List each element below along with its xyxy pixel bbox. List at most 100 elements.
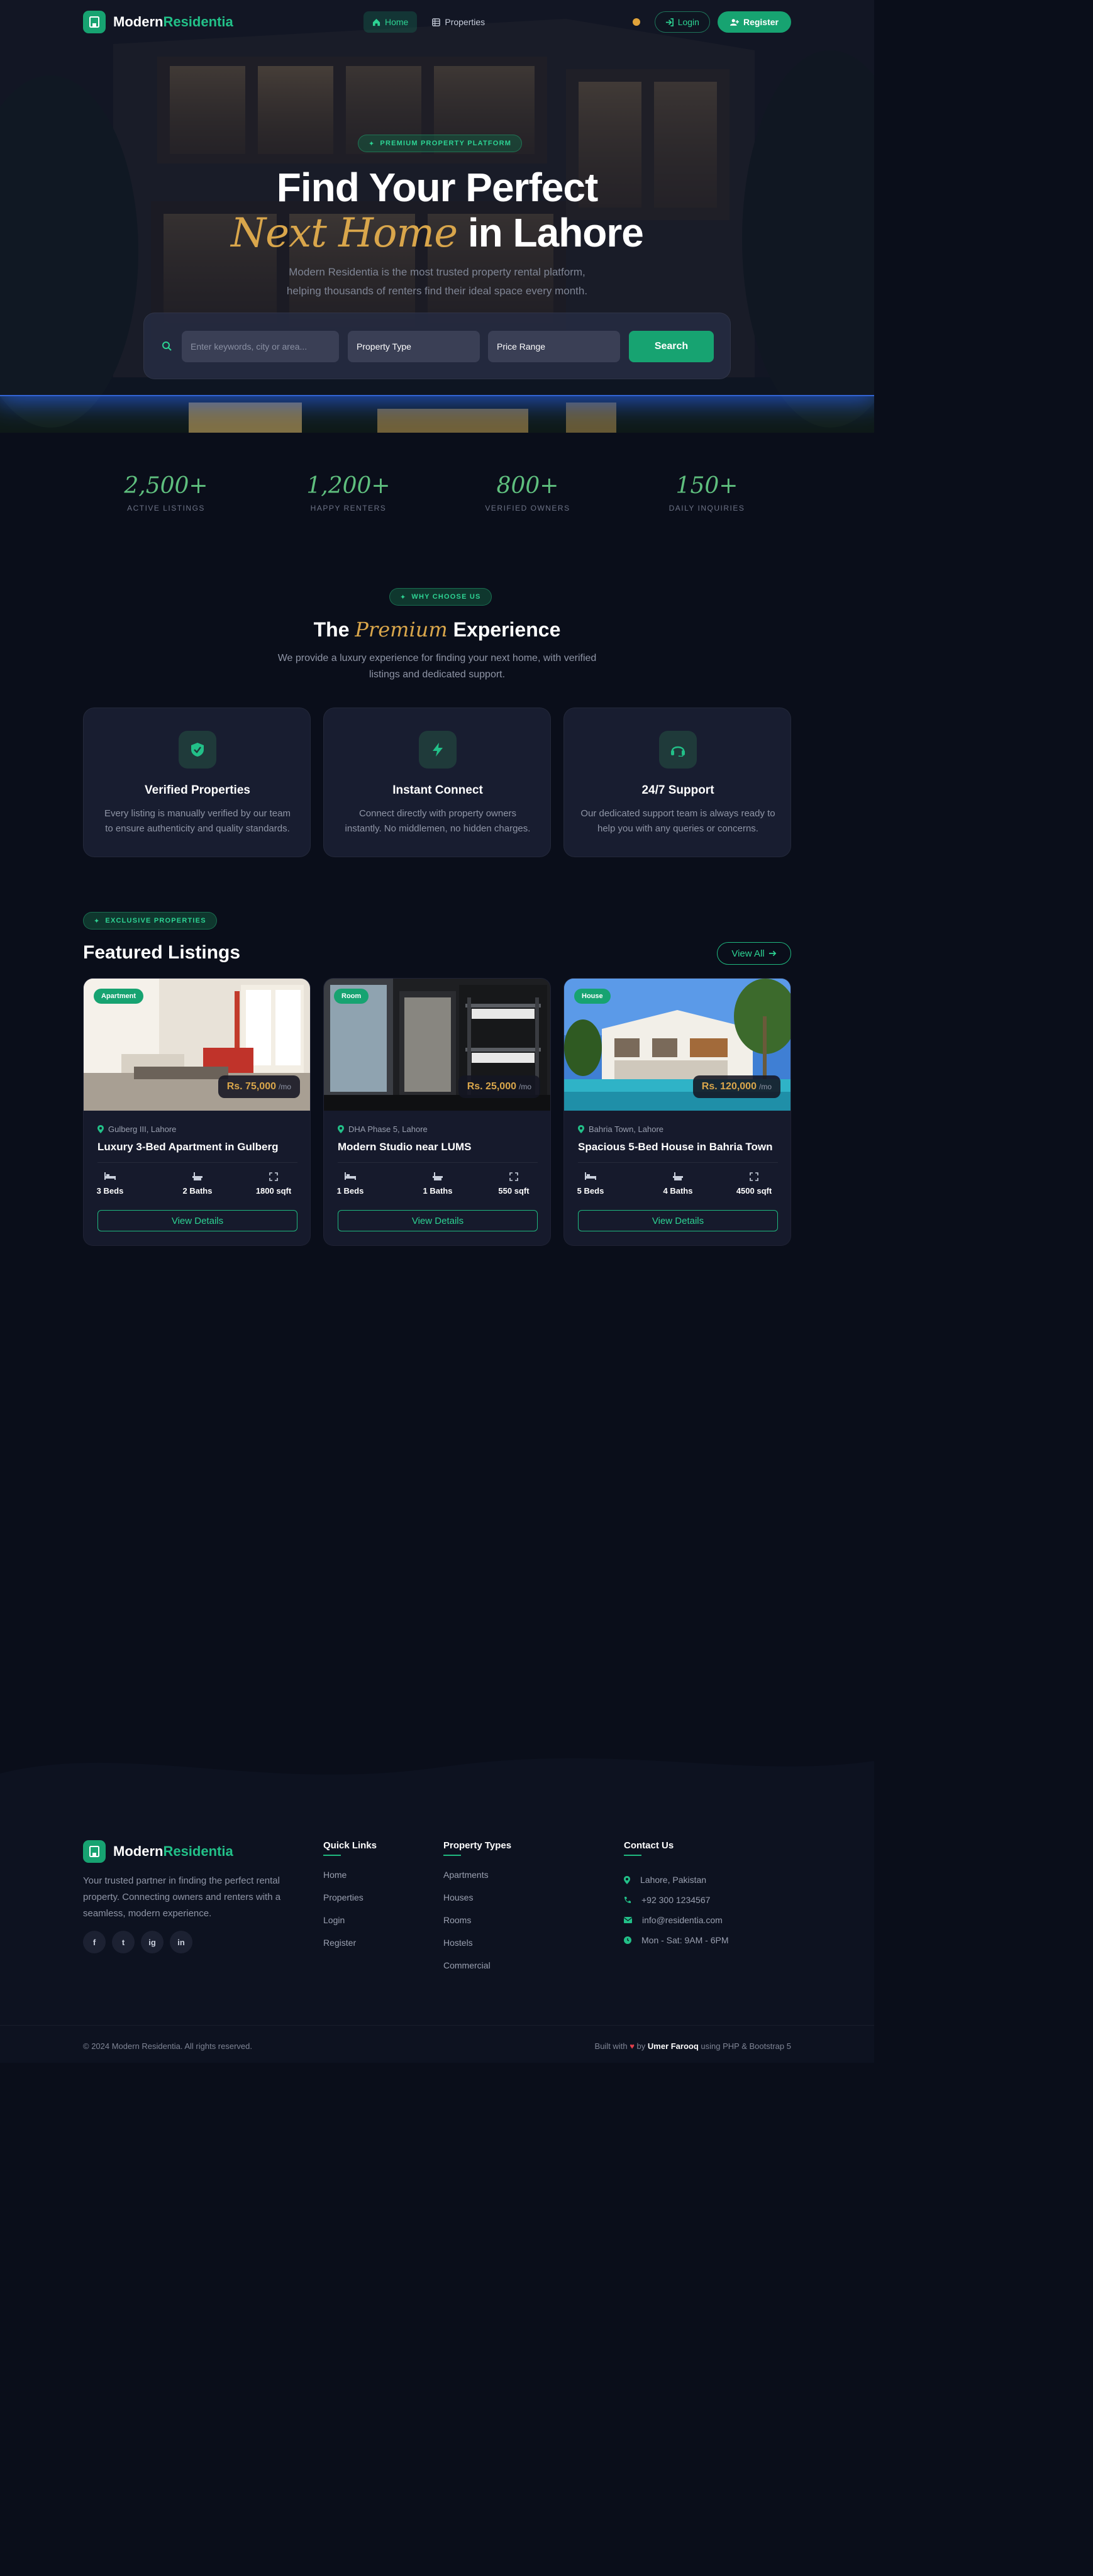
- property-type-select[interactable]: Property Type: [348, 331, 480, 362]
- listing-card[interactable]: Room Rs. 25,000 /mo DHA Phase 5, Lahore …: [323, 978, 551, 1246]
- footer-link-apartments[interactable]: Apartments: [443, 1870, 511, 1892]
- stat-label: VERIFIED OWNERS: [485, 504, 570, 513]
- footer-about: Your trusted partner in finding the perf…: [83, 1875, 281, 1919]
- view-details-button[interactable]: View Details: [578, 1210, 778, 1231]
- feature-card-verified: Verified Properties Every listing is man…: [83, 708, 311, 857]
- feature-title: 24/7 Support: [641, 784, 714, 797]
- contact-text: Mon - Sat: 9AM - 6PM: [641, 1935, 729, 1945]
- facebook-icon[interactable]: f: [83, 1931, 106, 1953]
- hero-title-highlight: Next Home: [231, 210, 458, 257]
- search-button[interactable]: Search: [629, 331, 714, 362]
- footer-link-register[interactable]: Register: [323, 1938, 377, 1960]
- area-value: 4500 sqft: [736, 1186, 772, 1196]
- listing-beds: 1 Beds: [325, 1172, 375, 1196]
- nav-link-home[interactable]: Home: [363, 11, 418, 33]
- price-period: /mo: [518, 1082, 531, 1091]
- stat-value: 150+: [675, 473, 738, 499]
- exclusive-badge: ✦ EXCLUSIVE PROPERTIES: [83, 912, 217, 930]
- feature-desc: Our dedicated support team is always rea…: [580, 808, 775, 834]
- grid-icon: [432, 18, 441, 26]
- footer-link-commercial[interactable]: Commercial: [443, 1960, 511, 1983]
- built-post: using PHP & Bootstrap 5: [701, 2041, 791, 2051]
- footer-link-home[interactable]: Home: [323, 1870, 377, 1892]
- feature-desc: Every listing is manually verified by ou…: [104, 808, 291, 834]
- footer-link-houses[interactable]: Houses: [443, 1892, 511, 1915]
- footer-link-login[interactable]: Login: [323, 1915, 377, 1938]
- heading-underline: [624, 1855, 641, 1856]
- baths-value: 4 Baths: [663, 1186, 693, 1196]
- footer-heading: Property Types: [443, 1840, 512, 1851]
- price-period: /mo: [758, 1082, 772, 1091]
- star-icon: ✦: [369, 140, 375, 148]
- twitter-icon[interactable]: t: [112, 1931, 135, 1953]
- feature-card-instant: Instant Connect Connect directly with pr…: [323, 708, 551, 857]
- nav-link-home-label: Home: [385, 17, 409, 27]
- hero-title-line1: Find Your Perfect: [276, 165, 598, 210]
- built-pre: Built with: [594, 2041, 628, 2051]
- search-keyword-input[interactable]: Enter keywords, city or area...: [182, 331, 339, 362]
- linkedin-icon[interactable]: in: [170, 1931, 192, 1953]
- featured-listings-title: Featured Listings: [83, 942, 241, 963]
- copyright-text: © 2024 Modern Residentia. All rights res…: [83, 2041, 252, 2051]
- listing-title[interactable]: Luxury 3-Bed Apartment in Gulberg: [97, 1141, 278, 1153]
- hero-subtitle-line1: Modern Residentia is the most trusted pr…: [289, 266, 585, 278]
- view-all-button[interactable]: View All: [717, 942, 791, 965]
- star-icon: ✦: [400, 593, 407, 601]
- listing-type-badge: Room: [334, 989, 369, 1004]
- listing-card[interactable]: House Rs. 120,000 /mo Bahria Town, Lahor…: [563, 978, 791, 1246]
- lightning-icon: [419, 731, 457, 769]
- footer-link-hostels[interactable]: Hostels: [443, 1938, 511, 1960]
- building-icon: [83, 1840, 106, 1863]
- nav-actions: Login Register: [626, 11, 791, 33]
- area-icon: [729, 1172, 779, 1182]
- listing-type-badge: House: [574, 989, 611, 1004]
- bath-icon: [413, 1172, 463, 1182]
- listing-type-badge: Apartment: [94, 989, 144, 1004]
- nav-link-properties[interactable]: Properties: [423, 11, 494, 33]
- contact-email[interactable]: info@residentia.com: [624, 1910, 728, 1930]
- feature-card-support: 24/7 Support Our dedicated support team …: [563, 708, 791, 857]
- heading-underline: [443, 1855, 461, 1856]
- listing-title[interactable]: Modern Studio near LUMS: [338, 1141, 472, 1153]
- contact-text: Lahore, Pakistan: [640, 1875, 707, 1885]
- footer-heading: Contact Us: [624, 1840, 674, 1851]
- baths-value: 1 Baths: [423, 1186, 453, 1196]
- stat-verified-owners: 800+ VERIFIED OWNERS: [465, 473, 591, 513]
- login-button[interactable]: Login: [654, 11, 710, 33]
- divider: [578, 1162, 778, 1163]
- price-range-select[interactable]: Price Range: [488, 331, 620, 362]
- stat-daily-inquiries: 150+ DAILY INQUIRIES: [644, 473, 770, 513]
- view-details-button[interactable]: View Details: [338, 1210, 538, 1231]
- footer-link-properties[interactable]: Properties: [323, 1892, 377, 1915]
- brand-logo[interactable]: ModernResidentia: [83, 11, 233, 33]
- headset-icon: [659, 731, 697, 769]
- nav-links: Home Properties: [363, 11, 494, 33]
- footer-quick-links: Quick Links Home Properties Login Regist…: [323, 1840, 377, 1960]
- why-badge: ✦ WHY CHOOSE US: [389, 588, 492, 606]
- beds-value: 5 Beds: [577, 1186, 604, 1196]
- price-period: /mo: [278, 1082, 291, 1091]
- listing-card[interactable]: Apartment Rs. 75,000 /mo Gulberg III, La…: [83, 978, 311, 1246]
- nav-link-properties-label: Properties: [445, 17, 485, 27]
- listing-title[interactable]: Spacious 5-Bed House in Bahria Town: [578, 1141, 773, 1153]
- footer-link-rooms[interactable]: Rooms: [443, 1915, 511, 1938]
- bed-icon: [565, 1172, 616, 1182]
- top-navbar: ModernResidentia Home Properties Login R…: [0, 0, 874, 44]
- phone-icon: [624, 1897, 631, 1903]
- register-button[interactable]: Register: [717, 11, 791, 33]
- author-name[interactable]: Umer Farooq: [648, 2041, 699, 2051]
- listing-price: Rs. 75,000 /mo: [218, 1075, 300, 1098]
- divider: [338, 1162, 538, 1163]
- listing-location: Gulberg III, Lahore: [97, 1124, 176, 1134]
- footer-brand-logo[interactable]: ModernResidentia: [83, 1840, 233, 1863]
- listing-price: Rs. 120,000 /mo: [692, 1075, 780, 1098]
- contact-phone[interactable]: +92 300 1234567: [624, 1890, 728, 1910]
- listing-area: 4500 sqft: [729, 1172, 779, 1196]
- view-details-button[interactable]: View Details: [97, 1210, 297, 1231]
- stat-value: 800+: [496, 473, 559, 499]
- theme-toggle-icon[interactable]: [626, 11, 647, 33]
- heading-underline: [323, 1855, 341, 1856]
- clock-icon: [624, 1936, 631, 1944]
- brand-name: ModernResidentia: [113, 14, 233, 30]
- instagram-icon[interactable]: ig: [141, 1931, 164, 1953]
